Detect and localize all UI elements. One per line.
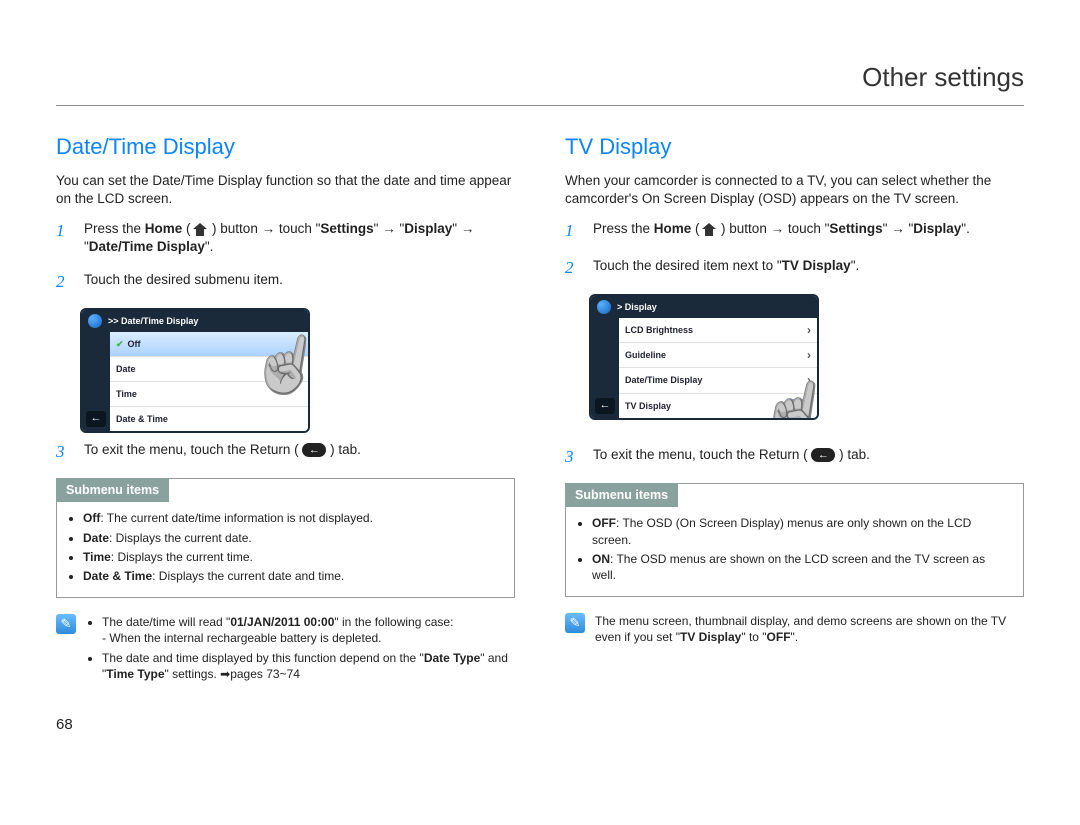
step-number: 1	[565, 220, 579, 243]
lcd-row-datetime: Date & Time	[110, 407, 308, 431]
lcd-breadcrumb: >> Date/Time Display	[108, 315, 198, 327]
step-number: 3	[56, 441, 70, 464]
submenu-item: Time: Displays the current time.	[83, 549, 500, 565]
lcd-mock-tvdisplay: > Display ← LCD Brightness› Guideline› D…	[589, 294, 819, 420]
intro-datetime: You can set the Date/Time Display functi…	[56, 172, 515, 208]
lcd-breadcrumb: > Display	[617, 301, 657, 313]
note-datetime: The date/time will read "01/JAN/2011 00:…	[56, 614, 515, 685]
return-icon: ←	[595, 398, 615, 414]
chevron-right-icon: ›	[807, 347, 811, 363]
chevron-right-icon: ›	[807, 322, 811, 338]
home-icon	[703, 224, 717, 236]
hand-icon: ☝	[246, 320, 310, 407]
submenu-item: OFF: The OSD (On Screen Display) menus a…	[592, 515, 1009, 547]
submenu-item: Off: The current date/time information i…	[83, 510, 500, 526]
step-number: 3	[565, 446, 579, 469]
globe-icon	[88, 314, 102, 328]
step2-tvdisplay: Touch the desired item next to "TV Displ…	[593, 257, 1024, 280]
page-number: 68	[56, 715, 515, 735]
step1-datetime: Press the Home ( ) button → touch "Setti…	[84, 220, 515, 256]
section-title-datetime: Date/Time Display	[56, 132, 515, 162]
step-number: 1	[56, 220, 70, 256]
submenu-item: Date & Time: Displays the current date a…	[83, 568, 500, 584]
intro-tvdisplay: When your camcorder is connected to a TV…	[565, 172, 1024, 208]
return-icon: ←	[86, 411, 106, 427]
submenu-item: Date: Displays the current date.	[83, 530, 500, 546]
lcd-mock-datetime: >> Date/Time Display ← ✔Off Date Time Da…	[80, 308, 310, 433]
note-item: The date/time will read "01/JAN/2011 00:…	[102, 614, 515, 646]
right-column: TV Display When your camcorder is connec…	[565, 126, 1024, 735]
lcd-row-guideline: Guideline›	[619, 343, 817, 368]
section-title-tvdisplay: TV Display	[565, 132, 1024, 162]
step2-datetime: Touch the desired submenu item.	[84, 271, 515, 294]
note-icon	[56, 614, 76, 634]
step1-tvdisplay: Press the Home ( ) button → touch "Setti…	[593, 220, 1024, 243]
step-number: 2	[56, 271, 70, 294]
submenu-box-datetime: Submenu items Off: The current date/time…	[56, 478, 515, 599]
home-icon	[194, 224, 208, 236]
return-icon	[811, 448, 835, 462]
return-icon	[302, 443, 326, 457]
submenu-item: ON: The OSD menus are shown on the LCD s…	[592, 551, 1009, 583]
step3-datetime: To exit the menu, touch the Return ( ) t…	[84, 441, 515, 464]
page-header: Other settings	[56, 60, 1024, 106]
step-number: 2	[565, 257, 579, 280]
note-tvdisplay: The menu screen, thumbnail display, and …	[565, 613, 1024, 645]
lcd-row-brightness: LCD Brightness›	[619, 318, 817, 343]
step3-tvdisplay: To exit the menu, touch the Return ( ) t…	[593, 446, 1024, 469]
globe-icon	[597, 300, 611, 314]
left-column: Date/Time Display You can set the Date/T…	[56, 126, 515, 735]
submenu-title: Submenu items	[56, 478, 169, 503]
submenu-title: Submenu items	[565, 483, 678, 508]
submenu-box-tvdisplay: Submenu items OFF: The OSD (On Screen Di…	[565, 483, 1024, 598]
note-icon	[565, 613, 585, 633]
note-item: The date and time displayed by this func…	[102, 650, 515, 682]
